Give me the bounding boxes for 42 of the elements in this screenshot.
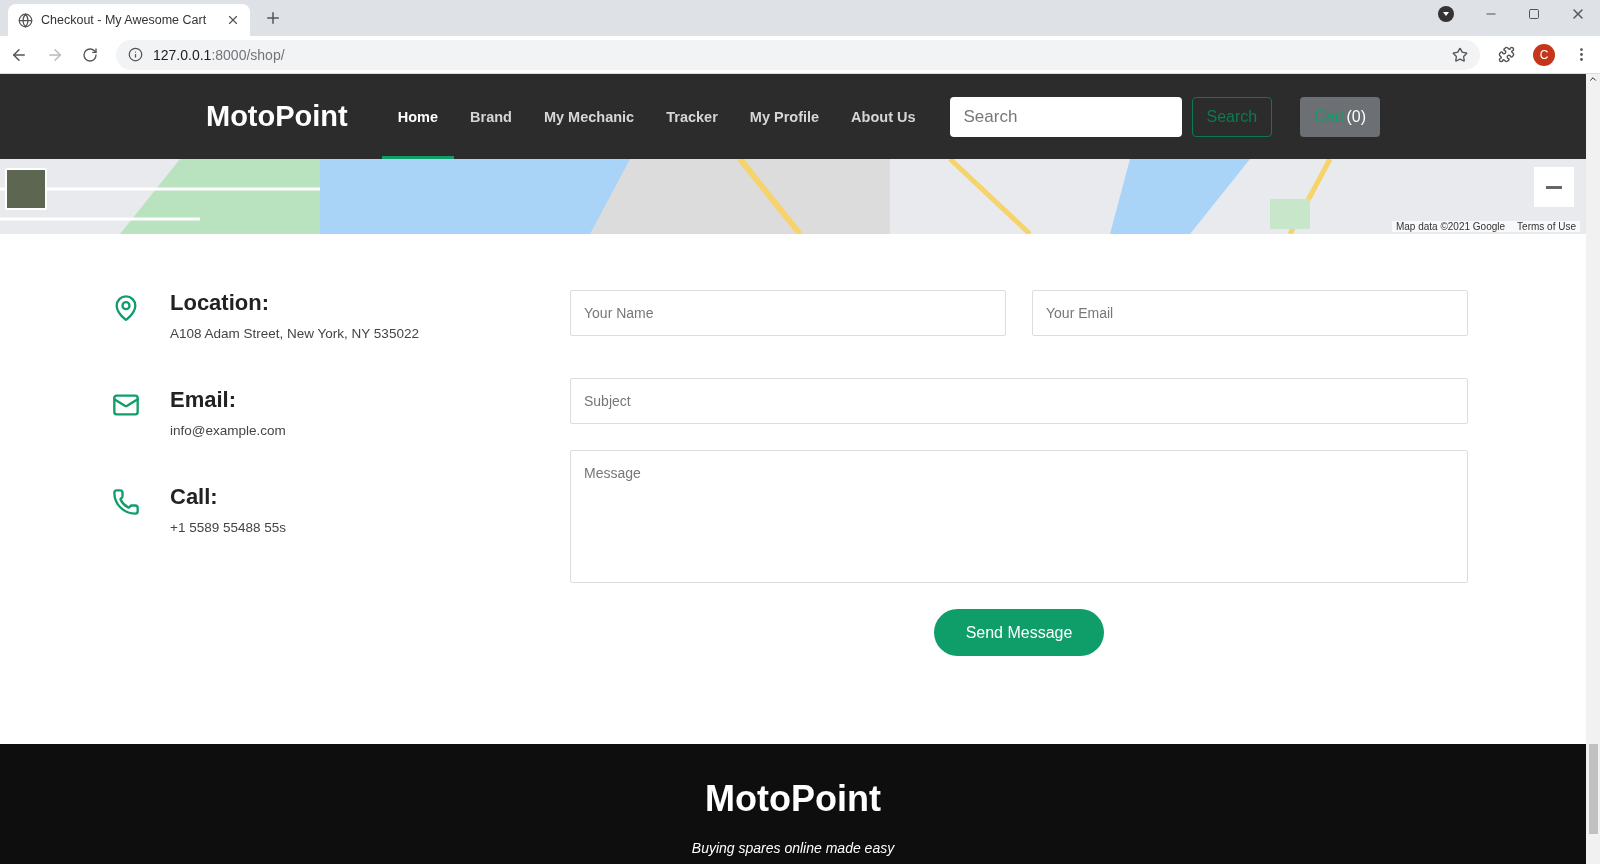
nav-link[interactable]: Brand (454, 74, 528, 159)
close-icon[interactable] (226, 13, 240, 27)
restore-icon[interactable] (1528, 8, 1540, 20)
zoom-out-button[interactable] (1534, 167, 1574, 207)
browser-tab[interactable]: Checkout - My Awesome Cart (8, 4, 250, 36)
info-text: A108 Adam Street, New York, NY 535022 (170, 326, 419, 341)
satellite-thumbnail[interactable] (5, 168, 47, 210)
nav-link[interactable]: My Mechanic (527, 74, 651, 159)
scrollbar-thumb[interactable] (1588, 744, 1598, 834)
info-text: +1 5589 55488 55s (170, 520, 286, 535)
scrollbar[interactable] (1586, 74, 1600, 864)
nav-link[interactable]: About Us (835, 74, 932, 159)
globe-icon (18, 12, 33, 28)
terms-link[interactable]: Terms of Use (1517, 221, 1576, 232)
star-icon[interactable] (1452, 46, 1468, 63)
name-field[interactable]: Your Name (570, 290, 1006, 336)
info-icon (128, 47, 143, 62)
scroll-up-icon[interactable] (1588, 74, 1598, 84)
plus-icon[interactable] (264, 9, 282, 27)
email-field[interactable]: Your Email (1032, 290, 1468, 336)
tab-title: Checkout - My Awesome Cart (41, 13, 208, 27)
footer-tagline: Buying spares online made easy (691, 840, 895, 856)
phone-icon (112, 488, 140, 516)
cart-button[interactable]: Cart(0) (1300, 96, 1381, 137)
map-attribution: Map data ©2021 Google (1395, 221, 1506, 232)
profile-avatar[interactable]: C (1533, 43, 1555, 66)
download-icon[interactable] (1438, 6, 1454, 22)
info-heading: Location: (170, 290, 270, 316)
search-field[interactable]: Search (949, 96, 1182, 137)
address-bar[interactable]: 127.0.0.1:8000/shop/ (116, 39, 1480, 70)
puzzle-icon[interactable] (1498, 46, 1515, 63)
info-heading: Email: (170, 387, 238, 413)
minus-icon (1546, 185, 1562, 189)
message-field[interactable]: Message (570, 450, 1468, 583)
subject-field[interactable]: Subject (570, 378, 1468, 424)
nav-link[interactable]: Tracker (650, 74, 734, 159)
info-text: info@example.com (170, 423, 286, 438)
info-heading: Call: (170, 484, 219, 510)
reload-icon[interactable] (82, 46, 98, 63)
brand-logo[interactable]: MotoPoint (206, 100, 348, 133)
nav-link[interactable]: My Profile (733, 74, 836, 159)
footer-brand: MotoPoint (705, 778, 881, 820)
